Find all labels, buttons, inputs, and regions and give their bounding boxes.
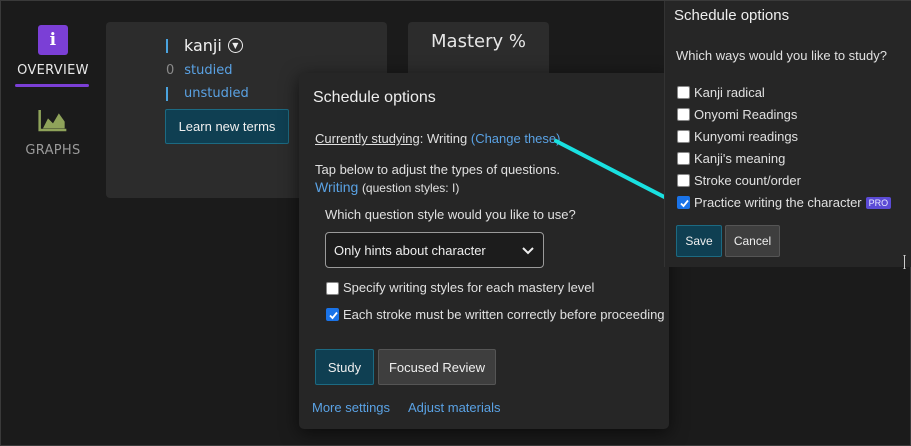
option-checkbox[interactable] — [677, 196, 690, 209]
cancel-button[interactable]: Cancel — [725, 225, 780, 257]
option-kanji-radical[interactable]: Kanji radical — [677, 85, 765, 100]
modal-title: Schedule options — [313, 89, 436, 106]
question-styles-close: ) — [455, 181, 460, 195]
studied-count: 0 — [166, 63, 175, 78]
option-label: Kanji's meaning — [694, 151, 786, 166]
option-kunyomi[interactable]: Kunyomi readings — [677, 129, 798, 144]
option-checkbox[interactable] — [677, 86, 690, 99]
schedule-options-modal: Schedule options Currently studying: Wri… — [299, 73, 669, 429]
save-button[interactable]: Save — [676, 225, 722, 257]
option-checkbox[interactable] — [677, 152, 690, 165]
style-question: Which question style would you like to u… — [325, 207, 576, 222]
text-cursor-icon — [903, 255, 906, 269]
option-stroke-order[interactable]: Stroke count/order — [677, 173, 801, 188]
popover-question: Which ways would you like to study? — [676, 48, 887, 63]
option-label: Kanji radical — [694, 85, 765, 100]
checkmark-icon — [680, 199, 689, 208]
deck-title: kanji — [184, 36, 222, 55]
currently-studying-sep: : — [419, 131, 428, 146]
focused-review-button[interactable]: Focused Review — [378, 349, 496, 385]
question-style-selected: Only hints about character — [334, 242, 486, 258]
nav-graphs[interactable]: GRAPHS — [3, 105, 103, 158]
specify-styles-label: Specify writing styles for each mastery … — [343, 280, 595, 295]
option-practice-writing[interactable]: Practice writing the character PRO — [677, 195, 892, 210]
option-onyomi[interactable]: Onyomi Readings — [677, 107, 797, 122]
stroke-correct-label: Each stroke must be written correctly be… — [343, 307, 665, 322]
change-these-link[interactable]: (Change these) — [471, 131, 561, 146]
adjust-materials-link[interactable]: Adjust materials — [408, 400, 500, 415]
currently-studying-line: Currently studying: Writing (Change thes… — [315, 131, 560, 146]
chevron-down-icon — [522, 247, 534, 255]
writing-line: Writing (question styles: I) — [315, 179, 459, 195]
question-style-select[interactable]: Only hints about character — [325, 232, 544, 268]
popover-title: Schedule options — [674, 7, 790, 24]
nav-overview[interactable]: i OVERVIEW — [3, 25, 103, 78]
learn-new-terms-button[interactable]: Learn new terms — [165, 109, 289, 144]
chevron-down-icon[interactable]: ▼ — [227, 38, 243, 53]
checkmark-icon — [329, 311, 338, 320]
stroke-correct-checkbox[interactable] — [326, 308, 339, 321]
area-chart-icon — [38, 105, 68, 135]
nav-active-indicator — [15, 84, 89, 87]
option-checkbox[interactable] — [677, 174, 690, 187]
option-label: Onyomi Readings — [694, 107, 798, 122]
mastery-title: Mastery % — [431, 31, 526, 52]
option-checkbox[interactable] — [677, 108, 690, 121]
question-styles-text: (question styles: — [361, 181, 452, 195]
option-meaning[interactable]: Kanji's meaning — [677, 151, 785, 166]
nav-graphs-label: GRAPHS — [25, 143, 81, 158]
studied-row: 0 studied — [166, 63, 233, 78]
title-bar-marker — [166, 38, 168, 53]
unstudied-row: unstudied — [166, 86, 249, 101]
option-label: Practice writing the character — [694, 195, 862, 210]
nav-overview-label: OVERVIEW — [17, 63, 89, 78]
currently-studying-value: Writing — [427, 131, 468, 146]
specify-styles-checkbox[interactable] — [326, 282, 339, 295]
pro-badge: PRO — [865, 196, 892, 209]
writing-link[interactable]: Writing — [315, 179, 358, 195]
option-label: Kunyomi readings — [694, 129, 799, 144]
currently-studying-label: Currently studying — [315, 131, 420, 146]
option-checkbox[interactable] — [677, 130, 690, 143]
schedule-options-popover: Schedule options Which ways would you li… — [664, 1, 911, 267]
tap-instructions: Tap below to adjust the types of questio… — [315, 162, 560, 177]
study-button[interactable]: Study — [315, 349, 374, 385]
studied-link[interactable]: studied — [184, 63, 232, 78]
unstudied-link[interactable]: unstudied — [184, 86, 249, 101]
info-icon: i — [38, 25, 68, 55]
unstudied-bar-marker — [166, 86, 168, 101]
more-settings-link[interactable]: More settings — [312, 400, 390, 415]
app-window: i OVERVIEW GRAPHS kanji ▼ 0 studied unst… — [0, 0, 911, 446]
kanji-title-row[interactable]: kanji ▼ — [166, 36, 243, 55]
option-label: Stroke count/order — [694, 173, 801, 188]
